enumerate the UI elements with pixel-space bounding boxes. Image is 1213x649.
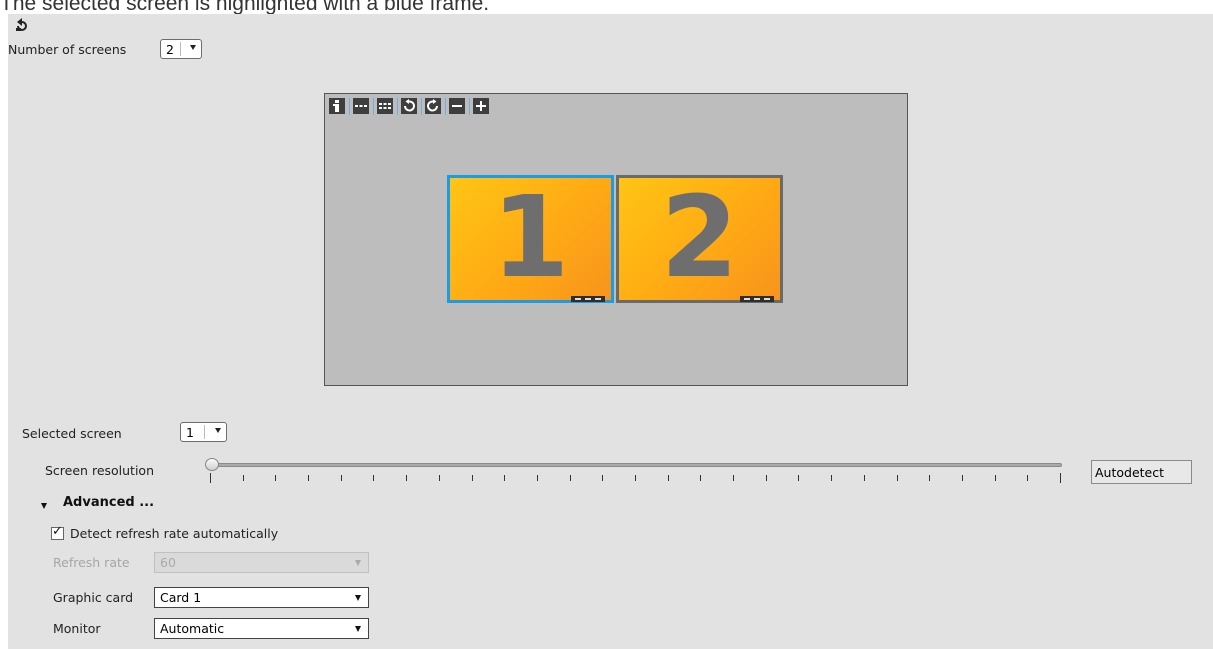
number-of-screens-select[interactable]: 2 (160, 39, 202, 59)
slider-tick (373, 475, 374, 481)
slider-tick (210, 473, 211, 483)
collapse-arrow-icon[interactable] (41, 503, 47, 509)
chevron-down-icon (190, 45, 196, 50)
rotate-right-icon[interactable] (425, 98, 441, 114)
chevron-down-icon (215, 428, 221, 433)
selected-screen-label: Selected screen (22, 426, 122, 441)
slider-tick (733, 475, 734, 481)
slider-tick (406, 475, 407, 481)
screen-handle (740, 296, 774, 302)
slider-tick (341, 475, 342, 481)
chevron-down-icon (355, 560, 361, 566)
slider-tick (308, 475, 309, 481)
zoom-in-icon[interactable] (473, 98, 489, 114)
slider-tick (537, 475, 538, 481)
rotate-left-icon[interactable] (401, 98, 417, 114)
reset-icon[interactable] (14, 18, 30, 32)
slider-tick (1027, 475, 1028, 481)
refresh-rate-label: Refresh rate (53, 555, 130, 570)
slider-tick (831, 475, 832, 481)
slider-tick (570, 475, 571, 481)
refresh-rate-value: 60 (160, 555, 176, 570)
advanced-toggle[interactable]: Advanced ... (63, 495, 154, 510)
resolution-slider-ticks (210, 473, 1061, 485)
monitor-value: Automatic (160, 621, 225, 636)
screen-number: 1 (491, 173, 570, 303)
layout-row-icon[interactable] (353, 98, 369, 114)
slider-tick (602, 475, 603, 481)
slider-tick (472, 475, 473, 481)
selected-screen-select[interactable]: 1 (180, 422, 227, 442)
slider-tick (864, 475, 865, 481)
detect-refresh-checkbox[interactable]: ✓ (51, 524, 64, 540)
graphic-card-label: Graphic card (53, 590, 134, 605)
layout-grid-icon[interactable] (377, 98, 393, 114)
screen-number: 2 (660, 173, 739, 303)
check-icon: ✓ (52, 524, 63, 539)
selected-screen-value: 1 (186, 425, 194, 440)
graphic-card-value: Card 1 (160, 590, 202, 605)
slider-tick (504, 475, 505, 481)
slider-tick (635, 475, 636, 481)
slider-tick (439, 475, 440, 481)
screen-2-tile[interactable]: 2 (616, 173, 783, 303)
slider-tick (962, 475, 963, 481)
monitor-label: Monitor (53, 621, 101, 636)
resolution-value-field: Autodetect (1091, 460, 1192, 484)
slider-tick (1060, 473, 1061, 483)
slider-tick (897, 475, 898, 481)
monitor-select[interactable]: Automatic (154, 618, 369, 639)
slider-tick (243, 475, 244, 481)
slider-tick (766, 475, 767, 481)
screen-layout-preview: 1 2 (324, 93, 908, 386)
refresh-rate-select[interactable]: 60 (154, 552, 369, 573)
number-of-screens-value: 2 (166, 42, 174, 57)
resolution-slider-thumb[interactable] (205, 458, 219, 471)
chevron-down-icon (355, 595, 361, 601)
screen-resolution-label: Screen resolution (45, 463, 155, 478)
zoom-out-icon[interactable] (449, 98, 465, 114)
slider-tick (668, 475, 669, 481)
slider-tick (275, 475, 276, 481)
slider-tick (995, 475, 996, 481)
screen-settings-panel: Number of screens 2 1 2 Selected screen … (8, 14, 1213, 649)
detect-refresh-label: Detect refresh rate automatically (70, 526, 279, 541)
graphic-card-select[interactable]: Card 1 (154, 587, 369, 608)
info-icon[interactable] (329, 98, 345, 114)
chevron-down-icon (355, 626, 361, 632)
slider-tick (798, 475, 799, 481)
slider-tick (700, 475, 701, 481)
screen-1-tile[interactable]: 1 (447, 173, 614, 303)
resolution-slider-track[interactable] (206, 463, 1062, 467)
screen-handle (571, 296, 605, 302)
number-of-screens-label: Number of screens (8, 42, 127, 57)
slider-tick (929, 475, 930, 481)
